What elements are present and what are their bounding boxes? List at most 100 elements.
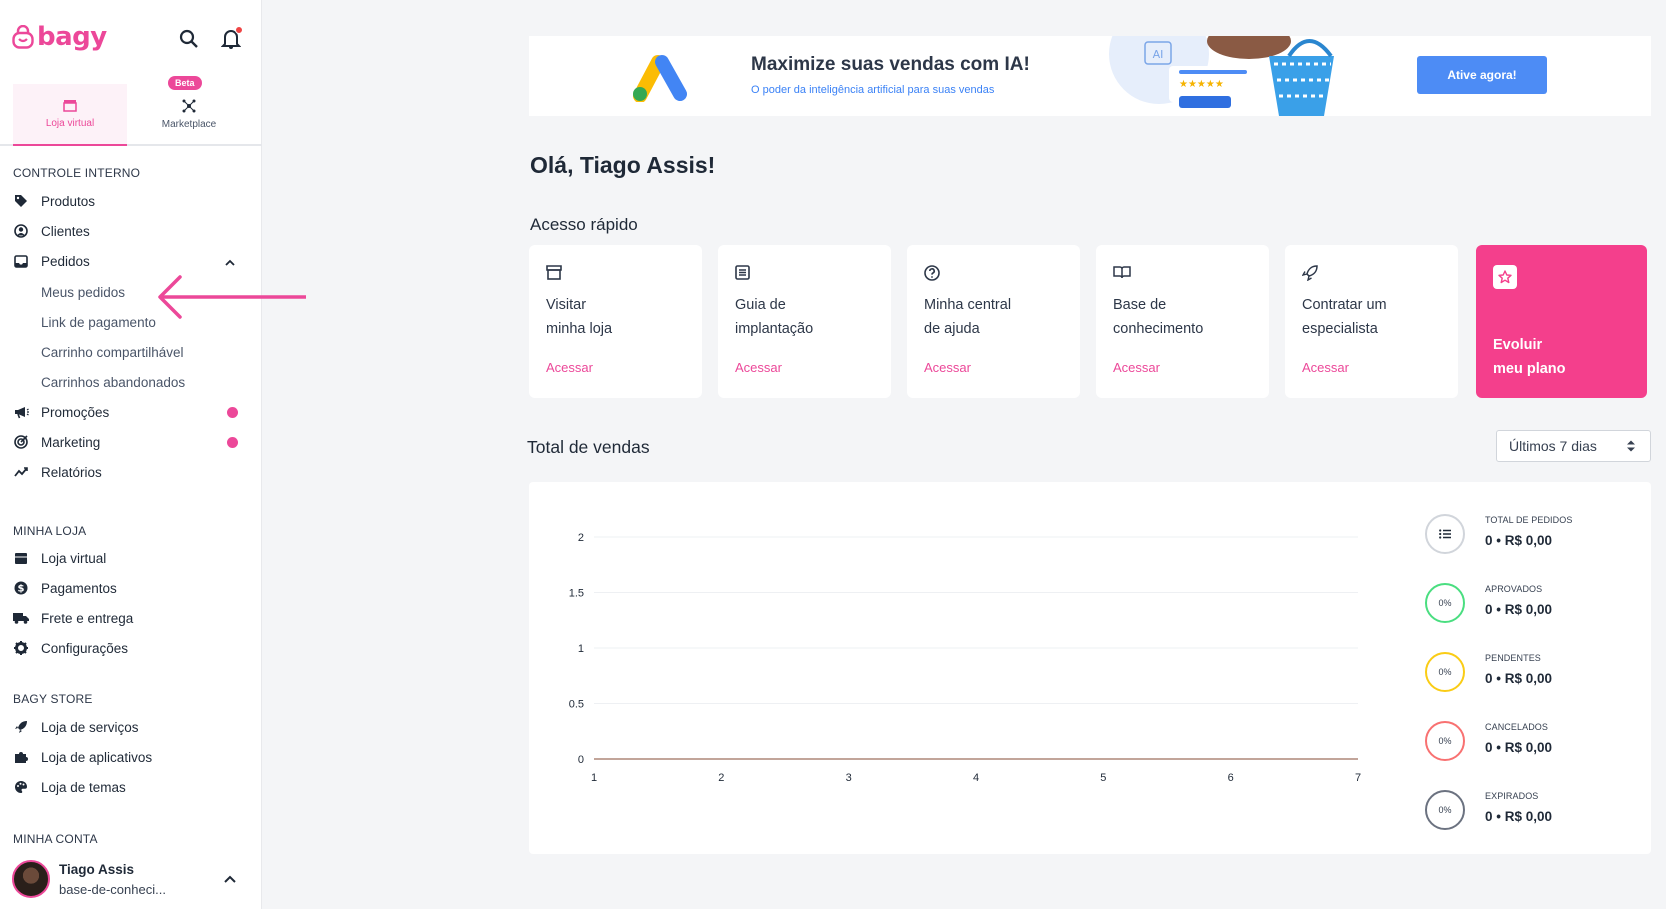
sidebar-item-label: Loja virtual (41, 550, 107, 566)
quick-card-base-conhecimento[interactable]: Base de conhecimento Acessar (1096, 245, 1269, 398)
account-name: Tiago Assis (59, 862, 135, 877)
rocket-icon (13, 719, 29, 735)
stat-value: 0 • R$ 0,00 (1485, 740, 1553, 755)
user-circle-icon (13, 223, 29, 239)
promo-banner: Maximize suas vendas com IA! O poder da … (529, 36, 1651, 116)
y-tick-label: 1 (578, 643, 584, 655)
sidebar-item-label: Loja de temas (41, 779, 126, 795)
account-switcher[interactable]: Tiago Assis base-de-conheci... (12, 860, 248, 902)
sidebar-item-frete[interactable]: Frete e entrega (13, 605, 243, 631)
store-icon (546, 265, 564, 283)
card-link[interactable]: Acessar (546, 360, 593, 375)
banner-illustration: AI ★★★★★ (1109, 36, 1334, 116)
book-icon (1113, 265, 1131, 283)
tab-loja-virtual[interactable]: Loja virtual (13, 84, 127, 146)
sidebar-item-produtos[interactable]: Produtos (13, 188, 243, 214)
quick-access-title: Acesso rápido (530, 215, 638, 234)
card-line1: Contratar um (1302, 297, 1387, 313)
stat-ring: 0% (1425, 583, 1465, 623)
question-icon (924, 265, 942, 283)
y-tick-label: 1.5 (569, 588, 584, 600)
notification-dot (235, 26, 243, 34)
sidebar-subitem-meus-pedidos[interactable]: Meus pedidos (41, 280, 125, 304)
stat-label: APROVADOS (1485, 584, 1543, 594)
sidebar-subitem-carrinho-compartilhavel[interactable]: Carrinho compartilhável (41, 340, 184, 364)
arrow-annotation-icon (158, 275, 306, 319)
sidebar-subitem-carrinhos-abandonados[interactable]: Carrinhos abandonados (41, 370, 185, 394)
y-tick-label: 2 (578, 532, 584, 544)
stat-item: 0% APROVADOS 0 • R$ 0,00 (1425, 583, 1625, 629)
palette-icon (13, 779, 29, 795)
tab-label: Marketplace (161, 118, 217, 130)
tab-marketplace[interactable]: Beta Marketplace (132, 76, 246, 144)
list-icon (1425, 514, 1465, 554)
notification-dot (227, 406, 238, 418)
card-link[interactable]: Acessar (735, 360, 782, 375)
card-line2: de ajuda (924, 321, 980, 337)
card-line2: especialista (1302, 321, 1378, 337)
stat-ring: 0% (1425, 790, 1465, 830)
bell-icon[interactable] (218, 26, 244, 52)
gear-icon (13, 640, 29, 656)
sidebar-item-loja-temas[interactable]: Loja de temas (13, 774, 243, 800)
tag-icon (13, 193, 29, 209)
activate-now-button[interactable]: Ative agora! (1417, 56, 1547, 94)
quick-card-contratar-especialista[interactable]: Contratar um especialista Acessar (1285, 245, 1458, 398)
sidebar-item-loja-servicos[interactable]: Loja de serviços (13, 714, 243, 740)
sidebar-item-pagamentos[interactable]: $ Pagamentos (13, 575, 243, 601)
card-link[interactable]: Acessar (1113, 360, 1160, 375)
sort-icon (1626, 439, 1636, 456)
sidebar: bagy Loja virtual Beta Marketplace CONTR… (0, 0, 262, 909)
chevron-up-icon[interactable] (224, 870, 236, 888)
sidebar-item-loja-aplicativos[interactable]: Loja de aplicativos (13, 744, 243, 770)
google-ads-logo-icon (633, 55, 687, 102)
sidebar-subitem-link-pagamento[interactable]: Link de pagamento (41, 310, 156, 334)
card-line2: implantação (735, 321, 814, 337)
card-line1: Evoluir (1493, 337, 1543, 353)
bag-logo-icon (12, 25, 34, 49)
brand-logo[interactable]: bagy (12, 22, 107, 52)
section-minha-conta: MINHA CONTA (13, 832, 98, 846)
sidebar-item-marketing[interactable]: Marketing (13, 429, 243, 455)
quick-card-central-ajuda[interactable]: Minha central de ajuda Acessar (907, 245, 1080, 398)
sidebar-item-pedidos[interactable]: Pedidos (13, 248, 243, 274)
card-link[interactable]: Acessar (1302, 360, 1349, 375)
y-tick-label: 0 (578, 754, 584, 766)
x-tick-label: 7 (1355, 772, 1361, 784)
period-select[interactable]: Últimos 7 dias (1496, 430, 1651, 462)
sidebar-item-configuracoes[interactable]: Configurações (13, 635, 243, 661)
sidebar-item-relatorios[interactable]: Relatórios (13, 459, 243, 485)
sidebar-item-label: Clientes (41, 223, 90, 239)
x-tick-label: 2 (718, 772, 724, 784)
search-icon[interactable] (176, 26, 202, 52)
stat-label: TOTAL DE PEDIDOS (1485, 515, 1573, 525)
section-minha-loja: MINHA LOJA (13, 524, 87, 538)
sidebar-item-loja-virtual[interactable]: Loja virtual (13, 545, 243, 571)
store-tabs: Loja virtual Beta Marketplace (0, 76, 262, 146)
truck-icon (13, 610, 29, 626)
sales-line-chart: 0 0.5 1 1.5 2 1 2 3 4 5 6 7 (569, 532, 1361, 784)
puzzle-icon (13, 749, 29, 765)
rocket-icon (1301, 265, 1320, 283)
quick-card-visit-store[interactable]: Visitar minha loja Acessar (529, 245, 702, 398)
network-icon (182, 99, 196, 112)
sidebar-item-label: Loja de serviços (41, 719, 139, 735)
y-tick-label: 0.5 (569, 699, 584, 711)
card-link[interactable]: Acessar (924, 360, 971, 375)
period-value: Últimos 7 dias (1509, 438, 1597, 454)
brand-name: bagy (37, 22, 107, 52)
quick-card-guia-implantacao[interactable]: Guia de implantação Acessar (718, 245, 891, 398)
sidebar-item-promocoes[interactable]: Promoções (13, 399, 243, 425)
account-store: base-de-conheci... (59, 882, 166, 897)
banner-subtitle: O poder da inteligência artificial para … (751, 84, 995, 96)
inbox-icon (13, 253, 29, 269)
sidebar-item-clientes[interactable]: Clientes (13, 218, 243, 244)
stat-value: 0 • R$ 0,00 (1485, 533, 1553, 548)
page-title: Olá, Tiago Assis! (530, 152, 716, 178)
sidebar-item-label: Promoções (41, 404, 110, 420)
quick-card-evoluir-plano[interactable]: Evoluir meu plano (1476, 245, 1647, 398)
stat-ring: 0% (1425, 721, 1465, 761)
chevron-up-icon[interactable] (225, 254, 235, 269)
card-line1: Base de (1113, 297, 1167, 313)
stat-item: TOTAL DE PEDIDOS 0 • R$ 0,00 (1425, 514, 1625, 560)
